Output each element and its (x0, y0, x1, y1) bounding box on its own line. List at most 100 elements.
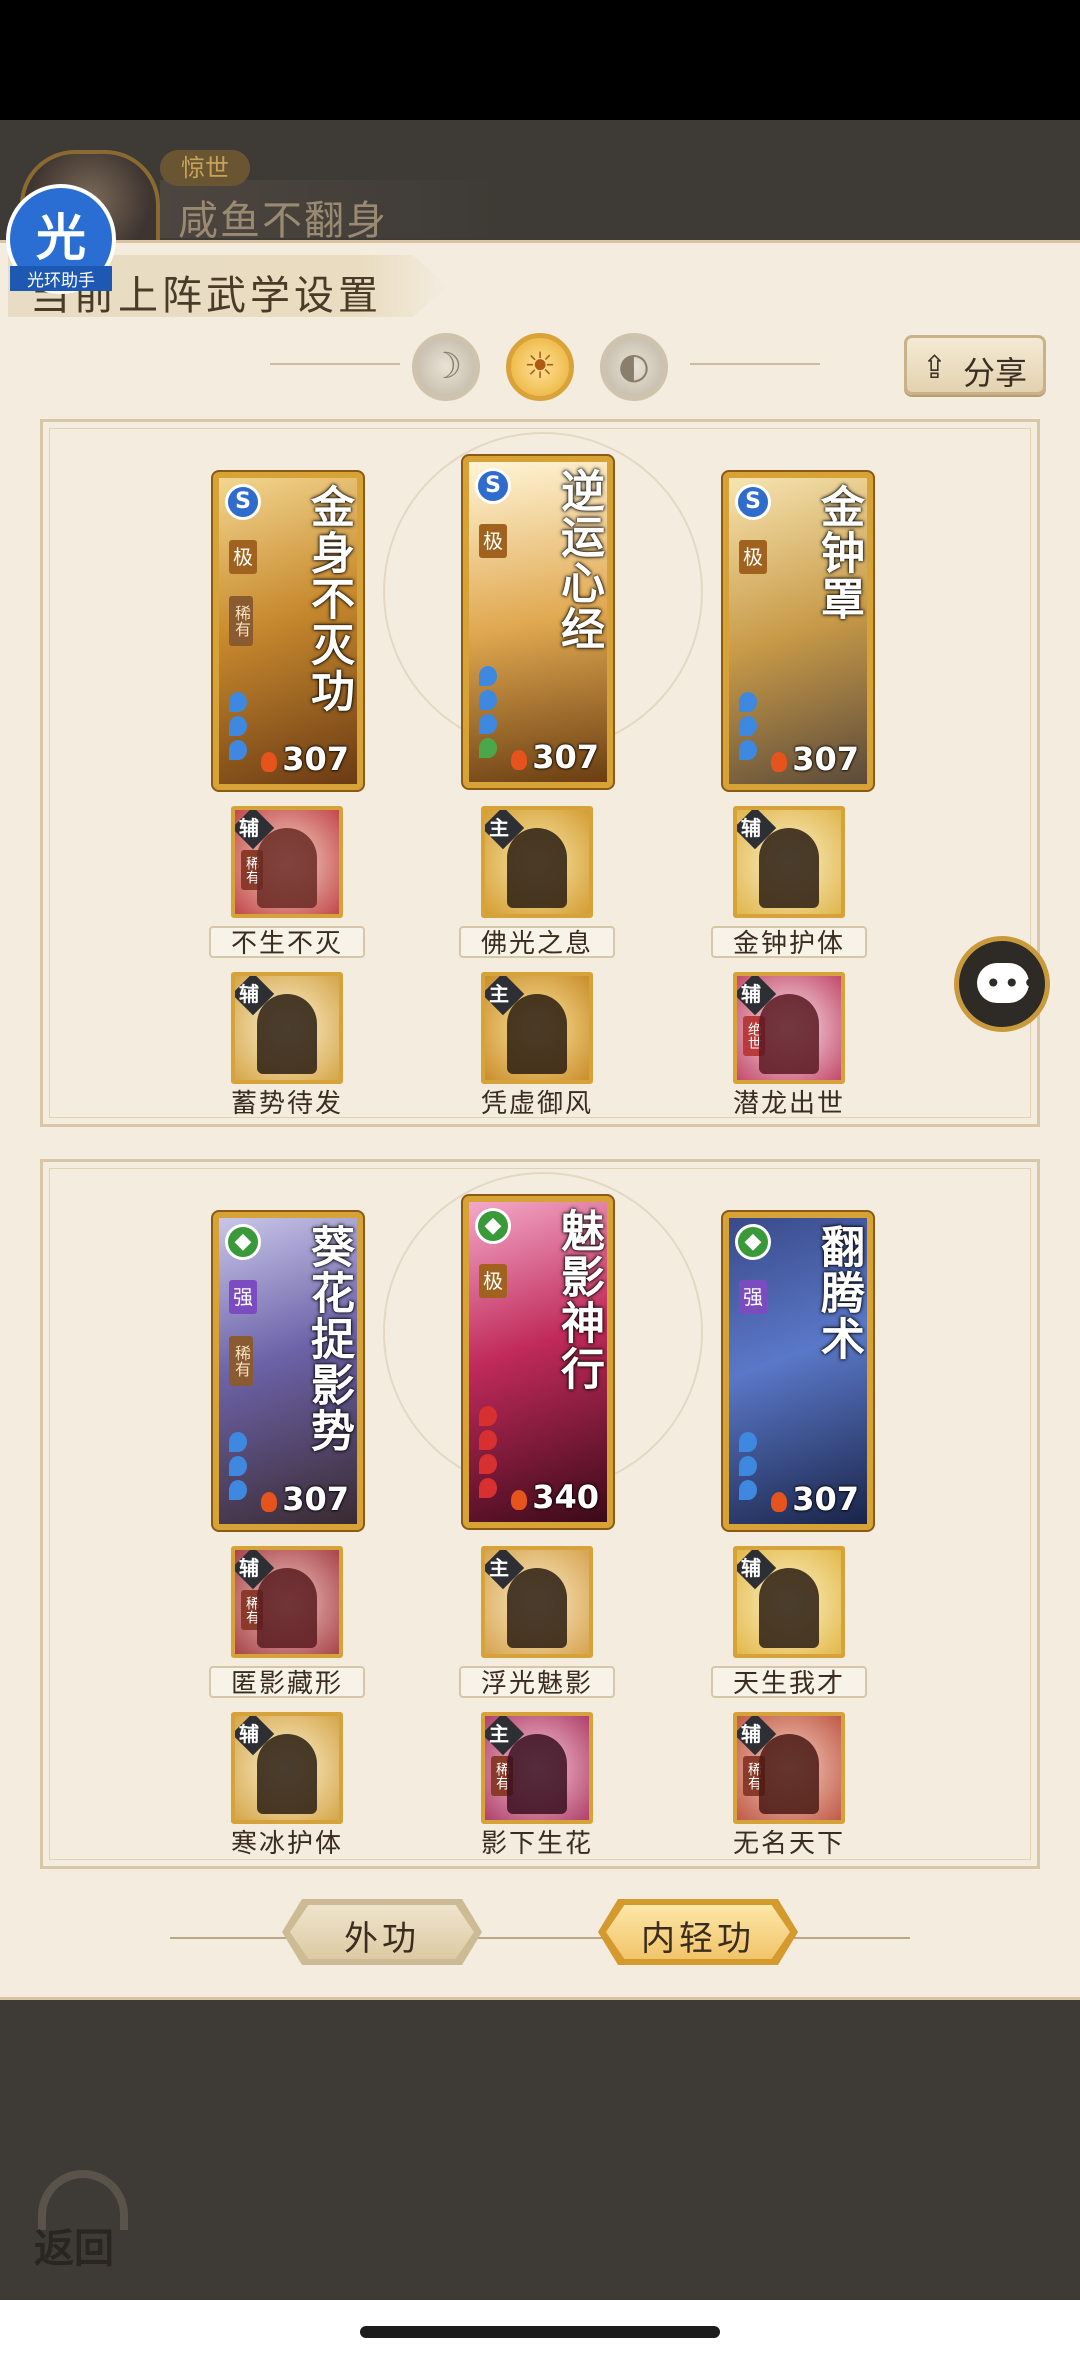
pip (479, 738, 497, 758)
sub-skill[interactable]: 主 (481, 806, 593, 918)
sub-skill-name: 金钟护体 (711, 926, 867, 959)
skill-card[interactable]: ◆ 极 魅影神行 340 (463, 1196, 613, 1528)
pip (229, 716, 247, 736)
grade-badge: 强 (229, 1280, 257, 1314)
sub-skill-name: 无名天下 (732, 1829, 845, 1859)
type-icon: ◆ (225, 1224, 261, 1260)
rarity-badge: 稀有 (229, 596, 253, 646)
card-art (219, 1218, 357, 1524)
skill-silhouette (507, 1568, 567, 1648)
card-pips (229, 692, 289, 764)
card-art (219, 478, 357, 784)
tag-bg (235, 810, 275, 850)
skill-card[interactable]: ◆ 强 翻腾术 307 (723, 1212, 873, 1530)
grade-badge: 强 (739, 1280, 767, 1314)
skill-silhouette (507, 1734, 567, 1814)
card-title: 魅影神行 (553, 1208, 604, 1392)
pip (229, 1480, 247, 1500)
back-button[interactable]: 返回 (28, 2160, 138, 2272)
skill-card[interactable]: ◆ 强 稀有 葵花捉影势 307 (213, 1212, 363, 1530)
chat-button[interactable]: ••• (954, 936, 1050, 1032)
card-power: 307 (792, 1480, 859, 1518)
rarity-badge: 稀有 (241, 850, 263, 890)
sub-tag: 主 (489, 816, 509, 840)
back-label: 返回 (34, 2225, 114, 2272)
home-indicator[interactable] (360, 2326, 720, 2338)
pip (479, 666, 497, 686)
card-art (729, 478, 867, 784)
skill-silhouette (759, 828, 819, 908)
skill-card[interactable]: S 极 逆运心经 307 (463, 456, 613, 788)
group-watermark (383, 1172, 703, 1492)
eclipse-icon: ◐ (618, 346, 650, 387)
card-title: 金钟罩 (813, 484, 864, 622)
pip (229, 692, 247, 712)
tab-outer[interactable]: 外功 (282, 1899, 482, 1965)
sub-skill[interactable]: 主 稀有 (481, 1712, 593, 1824)
grade-badge: 极 (479, 524, 507, 558)
tag-bg (485, 976, 525, 1016)
sub-skill-name: 寒冰护体 (230, 1829, 343, 1859)
fire-icon (771, 752, 787, 772)
sub-skill[interactable]: 辅 (231, 972, 343, 1084)
fire-icon (261, 752, 277, 772)
setting-slot-1[interactable]: ☽ (412, 333, 480, 401)
sub-skill-name: 浮光魅影 (459, 1666, 615, 1699)
skill-silhouette (759, 1734, 819, 1814)
card-pips (479, 1406, 539, 1502)
card-title: 逆运心经 (553, 468, 604, 652)
skill-silhouette (759, 994, 819, 1074)
sub-skill[interactable]: 辅 稀有 (231, 1546, 343, 1658)
skill-card[interactable]: S 极 金钟罩 307 (723, 472, 873, 790)
sub-skill[interactable]: 辅 (231, 1712, 343, 1824)
assistant-button[interactable]: 光 光环助手 (6, 184, 116, 294)
fire-icon (511, 1490, 527, 1510)
status-bar (0, 0, 1080, 120)
skill-silhouette (257, 828, 317, 908)
pip (479, 1478, 497, 1498)
tag-bg (737, 1716, 777, 1756)
card-power: 307 (792, 740, 859, 778)
sub-skill[interactable]: 辅 (733, 806, 845, 918)
setting-slot-2[interactable]: ☀ (506, 333, 574, 401)
pip (739, 740, 757, 760)
tag-bg (235, 976, 275, 1016)
rarity-badge: 稀有 (743, 1756, 765, 1796)
sub-skill[interactable]: 主 (481, 972, 593, 1084)
fire-icon (511, 750, 527, 770)
type-icon: ◆ (735, 1224, 771, 1260)
sub-skill[interactable]: 辅 稀有 (733, 1712, 845, 1824)
tag-bg (737, 1550, 777, 1590)
divider-right (690, 363, 820, 365)
sub-skill[interactable]: 辅 绝世 (733, 972, 845, 1084)
rarity-badge: 绝世 (743, 1016, 765, 1056)
pip (739, 1480, 757, 1500)
sun-icon: ☀ (523, 346, 557, 387)
sub-skill-name: 潜龙出世 (732, 1089, 845, 1119)
sub-tag: 主 (489, 1556, 509, 1580)
pip (229, 740, 247, 760)
sub-skill-name: 蓄势待发 (230, 1089, 343, 1119)
rank-badge: 惊世 (160, 150, 250, 186)
assistant-char: 光 (36, 209, 86, 267)
card-power: 307 (282, 740, 349, 778)
pip (479, 714, 497, 734)
sub-tag: 主 (489, 982, 509, 1006)
grade-badge: 极 (739, 540, 767, 574)
card-title: 翻腾术 (813, 1224, 864, 1362)
skill-silhouette (257, 1734, 317, 1814)
skill-card[interactable]: S 极 稀有 金身不灭功 307 (213, 472, 363, 790)
share-button[interactable]: ⇪ 分享 (904, 335, 1046, 395)
tag-bg (737, 976, 777, 1016)
card-art (729, 1218, 867, 1524)
sub-skill[interactable]: 主 (481, 1546, 593, 1658)
sub-skill[interactable]: 辅 (733, 1546, 845, 1658)
sub-skill[interactable]: 辅 稀有 (231, 806, 343, 918)
setting-slot-3[interactable]: ◐ (600, 333, 668, 401)
tab-label: 内轻功 (641, 1919, 755, 1959)
fire-icon (771, 1492, 787, 1512)
tab-inner[interactable]: 内轻功 (598, 1899, 798, 1965)
sub-tag: 辅 (239, 816, 259, 840)
divider-left (270, 363, 400, 365)
share-label: 分享 (963, 354, 1028, 392)
